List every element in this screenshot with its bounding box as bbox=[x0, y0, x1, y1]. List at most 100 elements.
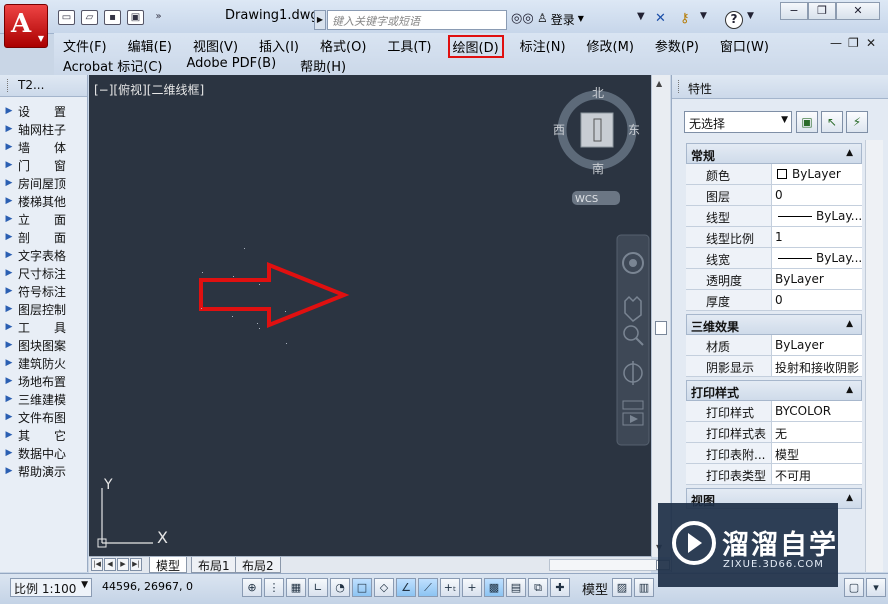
infer-constraints-icon[interactable]: ⊕ bbox=[242, 578, 262, 597]
model-space-toggle[interactable]: 模型 bbox=[582, 579, 608, 598]
dynamic-input-icon[interactable]: +ₜ bbox=[440, 578, 460, 597]
grid-display-icon[interactable]: ▦ bbox=[286, 578, 306, 597]
property-value[interactable]: 投射和接收阴影 bbox=[772, 356, 862, 376]
search-input[interactable]: 键入关键字或短语 bbox=[327, 10, 507, 30]
tab-layout1[interactable]: 布局1 bbox=[191, 557, 237, 573]
menu-help[interactable]: 帮助(H) bbox=[295, 55, 351, 76]
select-objects-icon[interactable]: ↖ bbox=[821, 111, 843, 133]
doc-restore-button[interactable]: ❐ bbox=[848, 36, 859, 50]
doc-minimize-button[interactable]: — bbox=[830, 36, 842, 50]
expand-triangle-icon[interactable]: ▶ bbox=[0, 232, 18, 242]
property-value[interactable]: ByLayer bbox=[772, 335, 862, 355]
binoculars-icon[interactable]: ◎◎ bbox=[511, 11, 534, 29]
selection-cycling-icon[interactable]: ⧉ bbox=[528, 578, 548, 597]
expand-triangle-icon[interactable]: ▶ bbox=[0, 106, 18, 116]
tool-palette-header[interactable]: T2... bbox=[0, 75, 87, 97]
expand-triangle-icon[interactable]: ▶ bbox=[0, 304, 18, 314]
tool-palette-item[interactable]: ▶ 文字表格 bbox=[0, 246, 87, 264]
property-section-header[interactable]: 三维效果 ▲ bbox=[686, 314, 862, 335]
menu-acrobat[interactable]: Acrobat 标记(C) bbox=[58, 55, 168, 76]
login-button[interactable]: ♙ 登录 ▼ bbox=[537, 11, 584, 28]
tool-palette-item[interactable]: ▶ 轴网柱子 bbox=[0, 120, 87, 138]
menu-adobe-pdf[interactable]: Adobe PDF(B) bbox=[182, 55, 282, 76]
chevron-down-icon[interactable]: ▼ bbox=[747, 11, 754, 29]
tool-palette-item[interactable]: ▶ 门 窗 bbox=[0, 156, 87, 174]
save-as-icon[interactable]: ▣ bbox=[127, 10, 144, 25]
prev-tab-icon[interactable]: ◀ bbox=[104, 558, 116, 571]
polar-tracking-icon[interactable]: ◔ bbox=[330, 578, 350, 597]
property-row[interactable]: 线型 ByLay... bbox=[686, 206, 862, 227]
expand-triangle-icon[interactable]: ▶ bbox=[0, 394, 18, 404]
expand-triangle-icon[interactable]: ▶ bbox=[0, 322, 18, 332]
tool-palette-item[interactable]: ▶ 三维建模 bbox=[0, 390, 87, 408]
expand-triangle-icon[interactable]: ▶ bbox=[0, 142, 18, 152]
selection-dropdown[interactable]: 无选择 ▼ bbox=[684, 111, 792, 133]
viewcube-south-label[interactable]: 南 bbox=[592, 161, 604, 176]
status-menu-icon[interactable]: ▾ bbox=[866, 578, 886, 597]
coordinates-readout[interactable]: 44596, 26967, 0 bbox=[102, 580, 193, 593]
new-file-icon[interactable]: ▭ bbox=[58, 10, 75, 25]
property-value[interactable]: 不可用 bbox=[772, 464, 862, 484]
wcs-label[interactable]: WCS bbox=[575, 194, 598, 205]
chevron-down-icon[interactable]: ▼ bbox=[637, 11, 645, 29]
doc-close-button[interactable]: ✕ bbox=[866, 36, 876, 50]
snap-mode-icon[interactable]: ⋮ bbox=[264, 578, 284, 597]
tool-palette-item[interactable]: ▶ 建筑防火 bbox=[0, 354, 87, 372]
annotation-monitor-icon[interactable]: ✚ bbox=[550, 578, 570, 597]
scroll-up-icon[interactable]: ▲ bbox=[656, 79, 662, 88]
expand-triangle-icon[interactable]: ▶ bbox=[0, 466, 18, 476]
tool-palette-item[interactable]: ▶ 其 它 bbox=[0, 426, 87, 444]
expand-triangle-icon[interactable]: ▶ bbox=[0, 412, 18, 422]
viewcube-west-label[interactable]: 西 bbox=[553, 123, 565, 137]
property-value[interactable]: 无 bbox=[772, 422, 862, 442]
property-value[interactable]: ByLayer bbox=[772, 269, 862, 289]
expand-triangle-icon[interactable]: ▶ bbox=[0, 430, 18, 440]
expand-triangle-icon[interactable]: ▶ bbox=[0, 268, 18, 278]
vertical-scrollbar[interactable]: ▲ ▼ bbox=[651, 75, 670, 557]
property-row[interactable]: 打印表附... 模型 bbox=[686, 443, 862, 464]
property-row[interactable]: 线型比例 1 bbox=[686, 227, 862, 248]
first-tab-icon[interactable]: |◀ bbox=[91, 558, 103, 571]
expand-triangle-icon[interactable]: ▶ bbox=[0, 250, 18, 260]
expand-triangle-icon[interactable]: ▶ bbox=[0, 160, 18, 170]
lineweight-icon[interactable]: + bbox=[462, 578, 482, 597]
chevron-down-icon[interactable]: ▼ bbox=[700, 11, 707, 29]
drag-grip-icon[interactable] bbox=[7, 79, 10, 92]
object-snap-tracking-icon[interactable]: ∠ bbox=[396, 578, 416, 597]
quick-properties-icon[interactable]: ▤ bbox=[506, 578, 526, 597]
property-value[interactable]: 0 bbox=[772, 185, 862, 205]
property-row[interactable]: 材质 ByLayer bbox=[686, 335, 862, 356]
properties-scrollbar[interactable] bbox=[865, 140, 883, 572]
subscription-icon[interactable]: ⚷ bbox=[680, 11, 690, 29]
menu-parametric[interactable]: 参数(P) bbox=[650, 35, 704, 58]
property-section-header[interactable]: 打印样式 ▲ bbox=[686, 380, 862, 401]
tool-palette-item[interactable]: ▶ 图块图案 bbox=[0, 336, 87, 354]
more-tools-icon[interactable]: » bbox=[150, 10, 167, 25]
viewcube-east-label[interactable]: 东 bbox=[628, 123, 640, 137]
viewcube-north-label[interactable]: 北 bbox=[592, 86, 604, 100]
close-button[interactable]: ✕ bbox=[836, 2, 880, 20]
tool-palette-item[interactable]: ▶ 剖 面 bbox=[0, 228, 87, 246]
menu-dimension[interactable]: 标注(N) bbox=[515, 35, 571, 58]
minimize-button[interactable]: − bbox=[780, 2, 808, 20]
annotation-scale-dropdown[interactable]: 比例 1:100 ▼ bbox=[10, 578, 92, 597]
tool-palette-item[interactable]: ▶ 符号标注 bbox=[0, 282, 87, 300]
viewcube[interactable] bbox=[557, 90, 637, 170]
tool-palette-item[interactable]: ▶ 墙 体 bbox=[0, 138, 87, 156]
property-row[interactable]: 线宽 ByLay... bbox=[686, 248, 862, 269]
expand-triangle-icon[interactable]: ▶ bbox=[0, 196, 18, 206]
tool-palette-item[interactable]: ▶ 设 置 bbox=[0, 102, 87, 120]
tool-palette-item[interactable]: ▶ 数据中心 bbox=[0, 444, 87, 462]
collapse-icon[interactable]: ▲ bbox=[846, 385, 853, 395]
tool-palette-item[interactable]: ▶ 房间屋顶 bbox=[0, 174, 87, 192]
menu-modify[interactable]: 修改(M) bbox=[582, 35, 639, 58]
property-value[interactable]: 0 bbox=[772, 290, 862, 310]
collapse-icon[interactable]: ▲ bbox=[846, 148, 853, 158]
properties-header[interactable]: 特性 bbox=[672, 75, 888, 99]
menu-tools[interactable]: 工具(T) bbox=[382, 35, 436, 58]
tool-palette-item[interactable]: ▶ 楼梯其他 bbox=[0, 192, 87, 210]
collapse-icon[interactable]: ▲ bbox=[846, 319, 853, 329]
property-row[interactable]: 打印样式表无 bbox=[686, 422, 862, 443]
3d-object-snap-icon[interactable]: ◇ bbox=[374, 578, 394, 597]
exchange-icon[interactable]: ✕ bbox=[655, 11, 666, 29]
